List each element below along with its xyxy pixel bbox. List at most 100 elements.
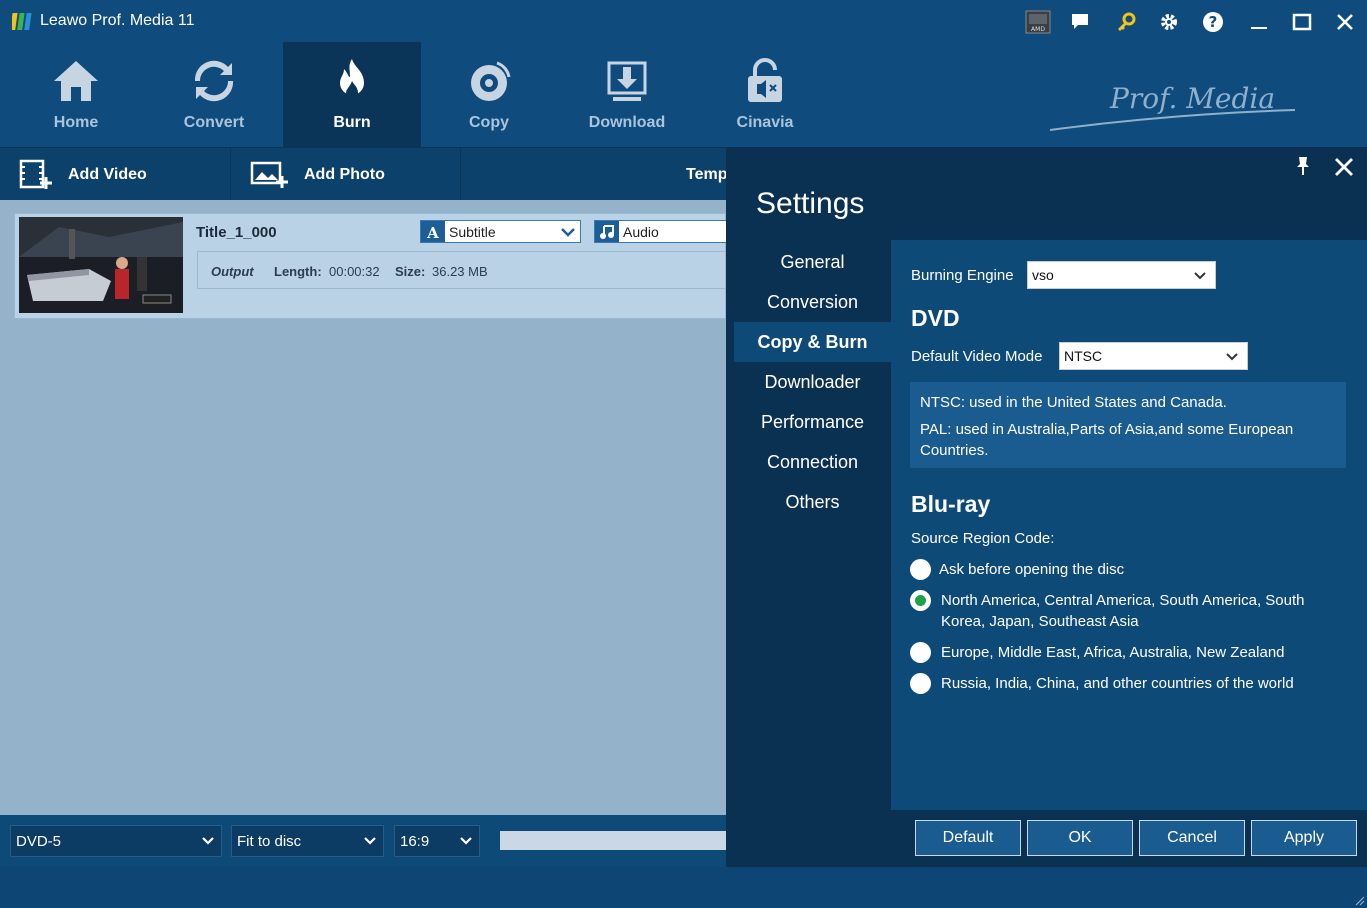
bluray-heading: Blu-ray [911,491,991,517]
apply-button[interactable]: Apply [1251,820,1357,856]
home-icon [51,56,101,106]
chevron-down-icon [1194,272,1206,280]
maximize-button[interactable] [1286,6,1318,38]
disc-type-select[interactable]: DVD-5 [10,825,222,857]
settings-menu-downloader[interactable]: Downloader [734,362,891,402]
feedback-button[interactable] [1064,6,1096,38]
nav-home[interactable]: Home [7,42,145,147]
svg-text:A: A [426,224,439,240]
add-photo-button[interactable]: Add Photo [250,148,385,201]
download-icon [602,56,652,106]
region-option-b[interactable]: Europe, Middle East, Africa, Australia, … [910,642,1350,663]
minimize-icon [1251,27,1267,29]
pal-info: PAL: used in Australia,Parts of Asia,and… [920,421,1294,459]
dvd-heading: DVD [911,305,960,331]
thumbnail-image [19,217,183,313]
video-mode-select[interactable]: NTSC [1059,342,1248,370]
output-label: Output [211,264,254,279]
add-video-button[interactable]: Add Video [18,148,147,201]
settings-button[interactable] [1153,6,1185,38]
video-mode-label: Default Video Mode [911,348,1043,365]
radio-button[interactable] [910,559,931,580]
cancel-button[interactable]: Cancel [1139,820,1245,856]
close-icon [1337,14,1353,30]
copy-burn-settings-panel: Burning Engine vso DVD Default Video Mod… [891,240,1367,810]
audio-dropdown[interactable]: Audio [594,220,727,243]
close-icon[interactable] [1332,155,1356,179]
nav-cinavia[interactable]: Cinavia [696,42,834,147]
add-photo-icon [250,161,288,188]
music-note-icon [595,221,619,242]
minimize-button[interactable] [1243,6,1275,38]
region-code-label: Source Region Code: [911,530,1055,547]
app-logo-icon [12,13,32,30]
video-title: Title_1_000 [196,224,277,241]
settings-menu-copy-burn[interactable]: Copy & Burn [734,322,891,362]
length-label: Length: [274,264,322,279]
burn-toolbar: Add Video Add Photo Temp [0,147,727,201]
settings-menu-others[interactable]: Others [734,482,891,522]
nav-burn[interactable]: Burn [283,42,421,147]
settings-dialog: Settings General Conversion Copy & Burn … [726,147,1367,867]
chevron-down-icon [1226,353,1238,361]
svg-text:?: ? [1209,13,1218,31]
radio-button-selected[interactable] [910,590,931,611]
radio-button[interactable] [910,642,931,663]
amd-badge-button[interactable]: AMD [1022,6,1054,38]
burning-engine-select[interactable]: vso [1027,261,1216,289]
settings-menu-general[interactable]: General [734,242,891,282]
burn-flame-icon [327,56,377,106]
size-value: 36.23 MB [432,264,488,279]
status-bar [0,867,1367,908]
title-bar: Leawo Prof. Media 11 AMD ? [0,0,1367,42]
svg-text:AMD: AMD [1031,26,1045,33]
amd-icon: AMD [1025,10,1051,34]
pin-icon[interactable] [1292,155,1314,177]
convert-icon [189,56,239,106]
register-button[interactable] [1110,6,1142,38]
ok-button[interactable]: OK [1027,820,1133,856]
aspect-ratio-select[interactable]: 16:9 [394,825,480,857]
settings-menu-conversion[interactable]: Conversion [734,282,891,322]
video-list-area: Title_1_000 A Subtitle Audio Output Leng… [0,200,727,815]
prof-media-brand-logo: Prof. Media [1050,82,1296,131]
key-icon [1118,12,1136,31]
gear-icon [1161,14,1177,30]
region-option-a[interactable]: North America, Central America, South Am… [910,590,1350,632]
region-option-c[interactable]: Russia, India, China, and other countrie… [910,673,1350,694]
add-video-icon [19,159,52,189]
copy-disc-icon [464,56,514,106]
size-label: Size: [395,264,426,279]
maximize-icon [1292,13,1312,31]
output-info: Output Length: 00:00:32 Size: 36.23 MB [197,251,727,289]
burning-engine-label: Burning Engine [911,267,1014,284]
chevron-down-icon [202,837,214,845]
region-option-ask[interactable]: Ask before opening the disc [910,559,1350,580]
ntsc-info: NTSC: used in the United States and Cana… [920,394,1227,411]
chevron-down-icon [561,227,575,237]
nav-download[interactable]: Download [558,42,696,147]
help-icon: ? [1203,12,1223,32]
fit-mode-select[interactable]: Fit to disc [231,825,384,857]
help-button[interactable]: ? [1197,6,1229,38]
video-mode-info: NTSC: used in the United States and Cana… [910,382,1346,468]
nav-copy[interactable]: Copy [420,42,558,147]
close-window-button[interactable] [1329,6,1361,38]
video-item[interactable]: Title_1_000 A Subtitle Audio Output Leng… [14,213,727,319]
resize-grip-icon[interactable] [1353,894,1365,906]
cinavia-lock-icon [740,56,790,106]
length-value: 00:00:32 [329,264,380,279]
chevron-down-icon [460,837,472,845]
default-button[interactable]: Default [915,820,1021,856]
template-button[interactable]: Temp [672,148,727,201]
video-thumbnail [19,217,183,313]
main-nav: Home Convert Burn Copy Download Cinavia … [0,42,1367,147]
settings-menu-performance[interactable]: Performance [734,402,891,442]
nav-convert[interactable]: Convert [145,42,283,147]
radio-button[interactable] [910,673,931,694]
subtitle-dropdown[interactable]: A Subtitle [420,220,581,243]
settings-menu-connection[interactable]: Connection [734,442,891,482]
toolbar-divider [460,148,461,201]
settings-menu: General Conversion Copy & Burn Downloade… [734,242,891,522]
settings-title: Settings [756,187,865,220]
